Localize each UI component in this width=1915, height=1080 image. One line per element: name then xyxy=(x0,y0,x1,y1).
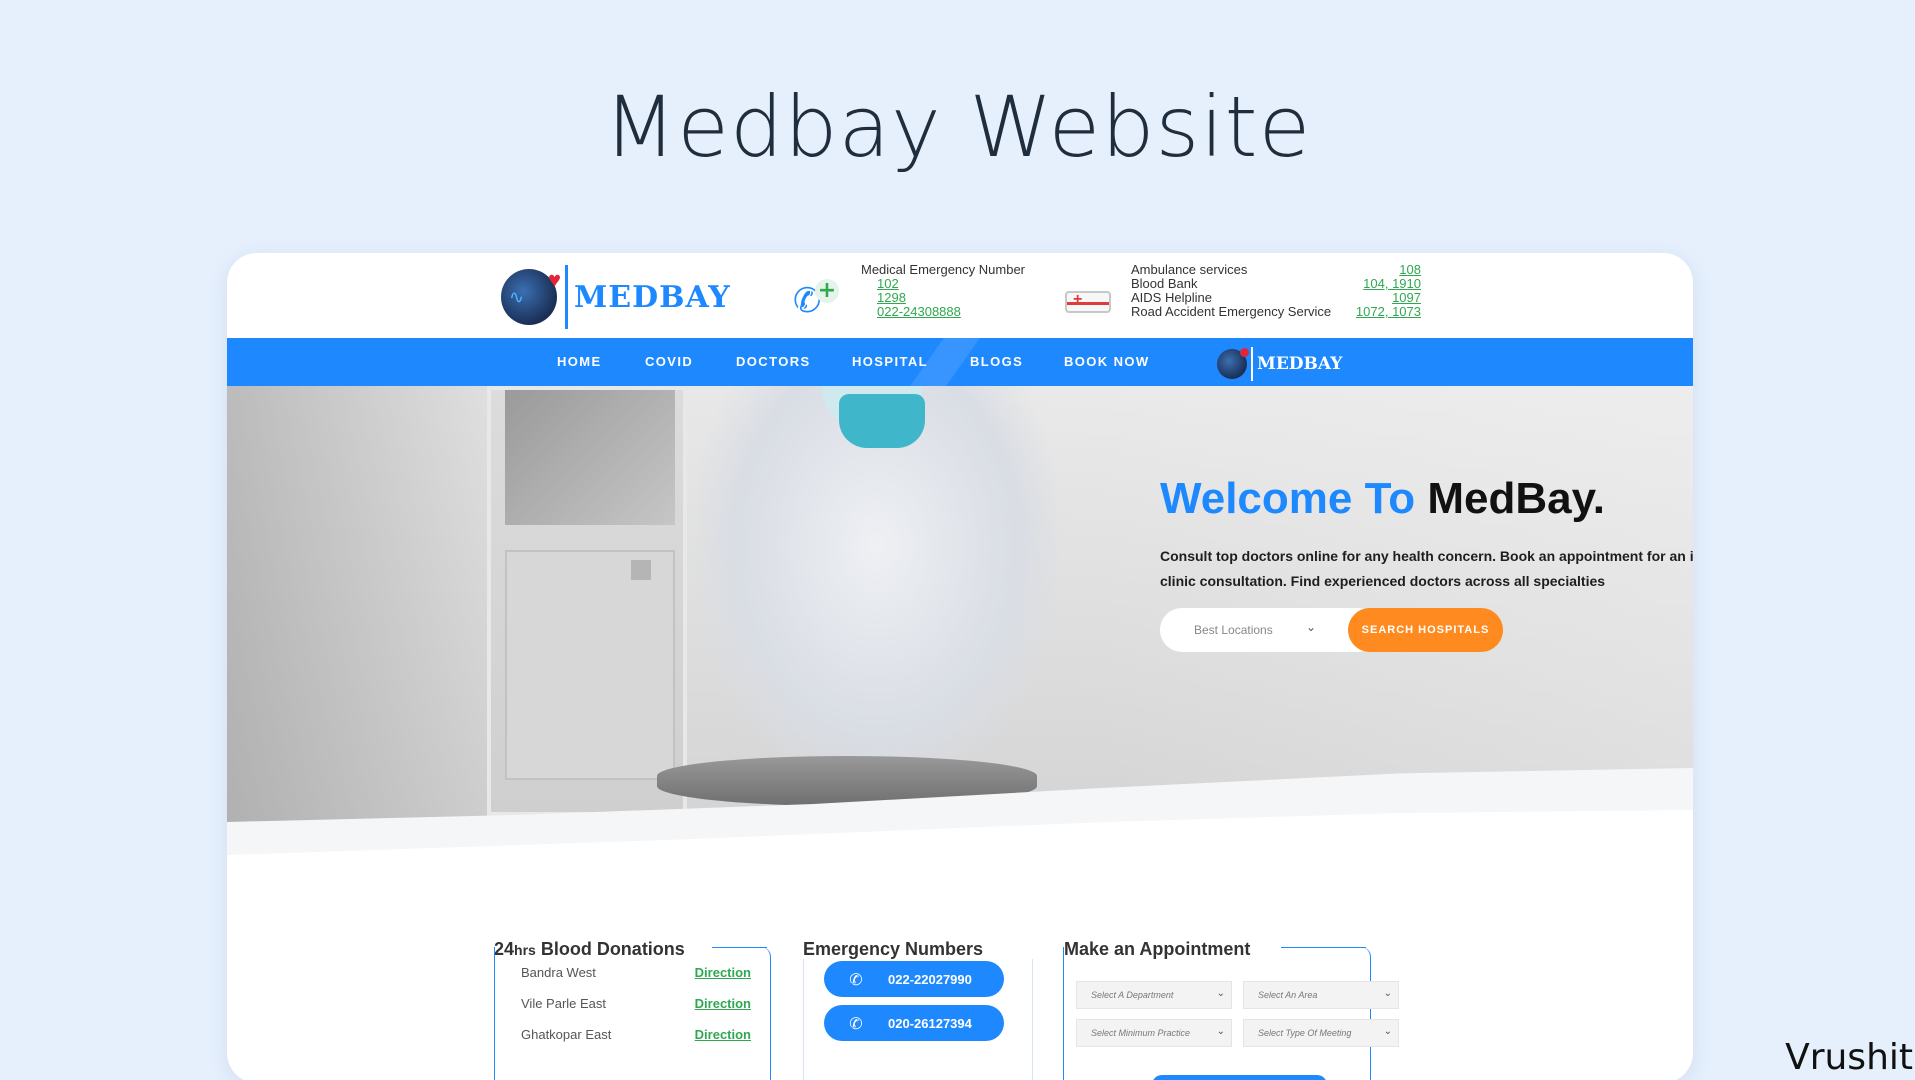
nav-blogs[interactable]: BLOGS xyxy=(970,354,1023,369)
phone-call-icon: ✆ xyxy=(849,1013,863,1033)
website-screenshot: ♥ ∿ MEDBAY ✆ + Medical Emergency Number 10… xyxy=(227,253,1693,1080)
logo-divider xyxy=(565,265,568,329)
nav-covid[interactable]: COVID xyxy=(645,354,693,369)
service-label: Ambulance services xyxy=(1131,262,1248,277)
department-select[interactable]: Select A Department ⌄ xyxy=(1076,981,1232,1009)
emergency-numbers-card: ✆ 022-22027990 ✆ 020-26127394 xyxy=(803,959,1033,1080)
emergency-number[interactable]: 1298 xyxy=(861,291,1025,305)
service-label: Blood Bank xyxy=(1131,276,1198,291)
blood-donations-card: Bandra West Direction Vile Parle East Di… xyxy=(494,947,771,1080)
nav-hospital[interactable]: HOSPITAL xyxy=(852,354,928,369)
search-hospitals-button[interactable]: SEARCH HOSPITALS xyxy=(1348,608,1503,652)
blood-area: Ghatkopar East xyxy=(521,1027,612,1042)
emergency-call-button[interactable]: ✆ 022-22027990 xyxy=(824,961,1004,997)
chevron-down-icon: ⌄ xyxy=(1383,1026,1392,1037)
emergency-call-number: 022-22027990 xyxy=(888,971,972,987)
chevron-down-icon: ⌄ xyxy=(1216,988,1225,999)
emergency-call-button[interactable]: ✆ 020-26127394 xyxy=(824,1005,1004,1041)
nav-logo[interactable]: MEDBAY xyxy=(1217,347,1342,381)
slide-title: Medbay Website xyxy=(603,78,1312,176)
hero-heading: Welcome To MedBay. xyxy=(1160,474,1605,524)
blood-area: Bandra West xyxy=(521,965,596,980)
medical-emergency-block: Medical Emergency Number 102 1298 022-24… xyxy=(861,263,1025,319)
hero-section: Welcome To MedBay. Consult top doctors o… xyxy=(227,386,1693,858)
nav-book-now[interactable]: BOOK NOW xyxy=(1064,354,1150,369)
location-select[interactable]: Best Locations ⌄ xyxy=(1160,608,1380,652)
nav-doctors[interactable]: DOCTORS xyxy=(736,354,811,369)
chevron-down-icon: ⌄ xyxy=(1383,988,1392,999)
location-value: Best Locations xyxy=(1194,623,1273,637)
service-number[interactable]: 104, 1910 xyxy=(1363,277,1421,291)
logo-divider xyxy=(1251,347,1253,381)
emergency-number[interactable]: 022-24308888 xyxy=(861,305,1025,319)
main-nav: HOME COVID DOCTORS HOSPITAL BLOGS BOOK N… xyxy=(227,338,1693,386)
logo-heart-icon: ♥ ∿ xyxy=(501,267,561,325)
appointment-card: Select A Department ⌄ Select An Area ⌄ Sel… xyxy=(1063,947,1399,1080)
emergency-numbers-title: Emergency Numbers xyxy=(803,939,984,959)
practice-select[interactable]: Select Minimum Practice ⌄ xyxy=(1076,1019,1232,1047)
direction-link[interactable]: Direction xyxy=(695,996,751,1011)
phone-plus-icon: ✆ + xyxy=(793,279,843,321)
chevron-down-icon: ⌄ xyxy=(1306,620,1317,634)
hero-description: Consult top doctors online for any healt… xyxy=(1160,548,1693,589)
hero-door xyxy=(487,386,687,816)
service-label: Road Accident Emergency Service xyxy=(1131,304,1332,319)
list-item: Ghatkopar East Direction xyxy=(521,1027,751,1042)
hospital-search: Best Locations ⌄ SEARCH HOSPITALS xyxy=(1160,608,1503,652)
logo-heart-icon xyxy=(1217,348,1249,379)
service-row: Road Accident Emergency Service 1072, 10… xyxy=(1131,305,1421,319)
hero-mask xyxy=(839,394,925,448)
chevron-down-icon: ⌄ xyxy=(1216,1026,1225,1037)
nav-logo-text: MEDBAY xyxy=(1257,354,1343,374)
top-header: ♥ ∿ MEDBAY ✆ + Medical Emergency Number 10… xyxy=(227,253,1693,338)
service-number[interactable]: 1097 xyxy=(1392,291,1421,305)
medbay-logo[interactable]: ♥ ∿ MEDBAY xyxy=(501,265,731,329)
emergency-label: Medical Emergency Number xyxy=(861,262,1026,277)
service-number[interactable]: 108 xyxy=(1399,263,1421,277)
area-select[interactable]: Select An Area ⌄ xyxy=(1243,981,1399,1009)
services-list: Ambulance services 108 Blood Bank 104, 1… xyxy=(1131,263,1421,319)
list-item: Bandra West Direction xyxy=(521,965,751,980)
direction-link[interactable]: Direction xyxy=(695,1027,751,1042)
direction-link[interactable]: Direction xyxy=(695,965,751,980)
hero-heading-dark: MedBay. xyxy=(1427,474,1606,523)
service-row: Blood Bank 104, 1910 xyxy=(1131,277,1421,291)
service-row: AIDS Helpline 1097 xyxy=(1131,291,1421,305)
phone-call-icon: ✆ xyxy=(849,969,863,989)
service-number[interactable]: 1072, 1073 xyxy=(1356,305,1421,319)
emergency-call-number: 020-26127394 xyxy=(888,1015,972,1031)
meeting-type-select[interactable]: Select Type Of Meeting ⌄ xyxy=(1243,1019,1399,1047)
emergency-number[interactable]: 102 xyxy=(861,277,1025,291)
list-item: Vile Parle East Direction xyxy=(521,996,751,1011)
logo-text: MEDBAY xyxy=(574,279,731,315)
service-row: Ambulance services 108 xyxy=(1131,263,1421,277)
ambulance-icon xyxy=(1065,291,1111,313)
author-name: Vrushit xyxy=(1785,1037,1913,1078)
nav-home[interactable]: HOME xyxy=(557,354,602,369)
blood-area: Vile Parle East xyxy=(521,996,607,1011)
hero-heading-blue: Welcome To xyxy=(1160,474,1416,523)
book-appointment-button[interactable] xyxy=(1152,1075,1327,1080)
service-label: AIDS Helpline xyxy=(1131,290,1212,305)
